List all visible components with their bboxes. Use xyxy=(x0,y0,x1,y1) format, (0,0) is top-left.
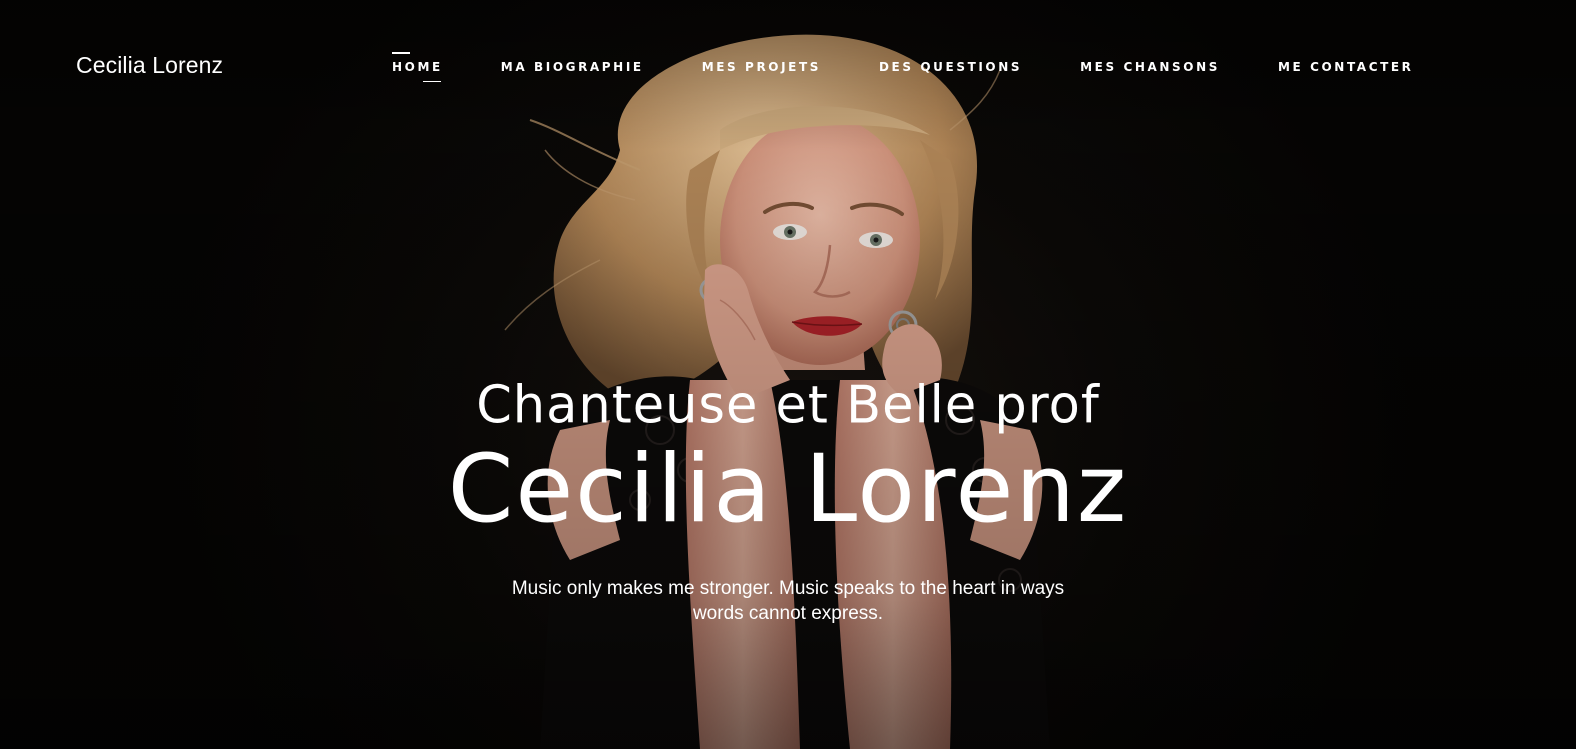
nav-item-me-contacter[interactable]: ME CONTACTER xyxy=(1278,58,1414,80)
hero-section: Cecilia Lorenz HOME MA BIOGRAPHIE MES PR… xyxy=(0,0,1576,749)
nav-item-mes-projets[interactable]: MES PROJETS xyxy=(702,58,821,80)
nav-item-home[interactable]: HOME xyxy=(392,52,443,82)
nav-item-mes-chansons[interactable]: MES CHANSONS xyxy=(1080,58,1220,80)
nav-item-des-questions[interactable]: DES QUESTIONS xyxy=(879,58,1022,80)
main-navigation: HOME MA BIOGRAPHIE MES PROJETS DES QUEST… xyxy=(392,52,1414,82)
site-logo[interactable]: Cecilia Lorenz xyxy=(76,52,223,79)
nav-item-ma-biographie[interactable]: MA BIOGRAPHIE xyxy=(501,58,644,80)
hero-quote: Music only makes me stronger. Music spea… xyxy=(511,578,1065,624)
hero-text-block: Chanteuse et Belle prof Cecilia Lorenz M… xyxy=(0,370,1576,626)
hero-subtitle: Chanteuse et Belle prof xyxy=(476,375,1100,436)
hero-title: Cecilia Lorenz xyxy=(447,435,1129,544)
site-header: Cecilia Lorenz HOME MA BIOGRAPHIE MES PR… xyxy=(0,0,1576,134)
